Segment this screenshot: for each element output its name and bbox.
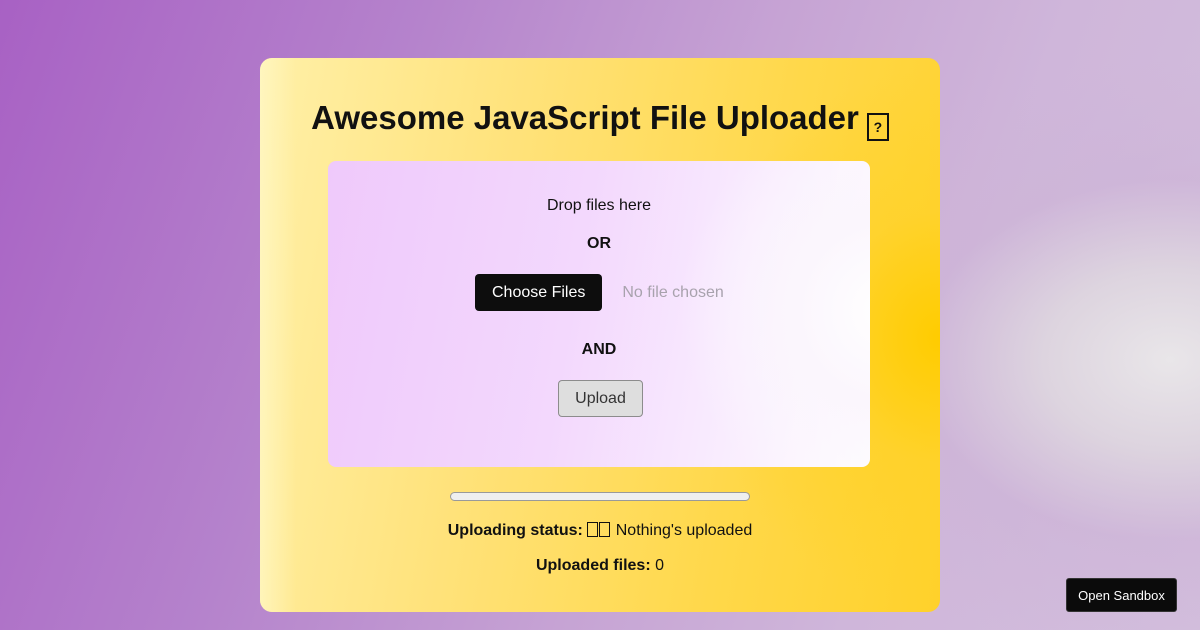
or-separator: OR xyxy=(587,235,611,252)
upload-status-label: Uploading status: xyxy=(447,522,583,539)
uploaded-files-value: 0 xyxy=(655,557,665,574)
uploaded-files-label: Uploaded files: xyxy=(535,557,651,574)
page-title: Awesome JavaScript File Uploader? xyxy=(260,96,940,141)
choose-files-button[interactable]: Choose Files xyxy=(475,274,603,311)
upload-progress-bar xyxy=(450,492,750,501)
open-sandbox-button[interactable]: Open Sandbox xyxy=(1066,578,1177,612)
no-file-chosen-text: No file chosen xyxy=(622,283,724,301)
drop-zone[interactable]: Drop files here OR Choose Files No file … xyxy=(328,161,870,467)
uploader-card: Awesome JavaScript File Uploader? Drop f… xyxy=(260,58,940,612)
rocket-icon: ? xyxy=(866,113,889,141)
empty-box-icon xyxy=(587,522,611,539)
upload-status-text: Nothing's uploaded xyxy=(615,522,753,539)
upload-button[interactable]: Upload xyxy=(558,380,643,417)
page-title-text: Awesome JavaScript File Uploader xyxy=(311,99,859,136)
file-input[interactable]: Choose Files No file chosen xyxy=(475,274,724,311)
drop-instructions: Drop files here xyxy=(546,197,652,214)
and-separator: AND xyxy=(581,341,617,358)
uploaded-files-count: Uploaded files: 0 xyxy=(260,557,940,575)
upload-status: Uploading status: Nothing's uploaded xyxy=(260,522,940,540)
